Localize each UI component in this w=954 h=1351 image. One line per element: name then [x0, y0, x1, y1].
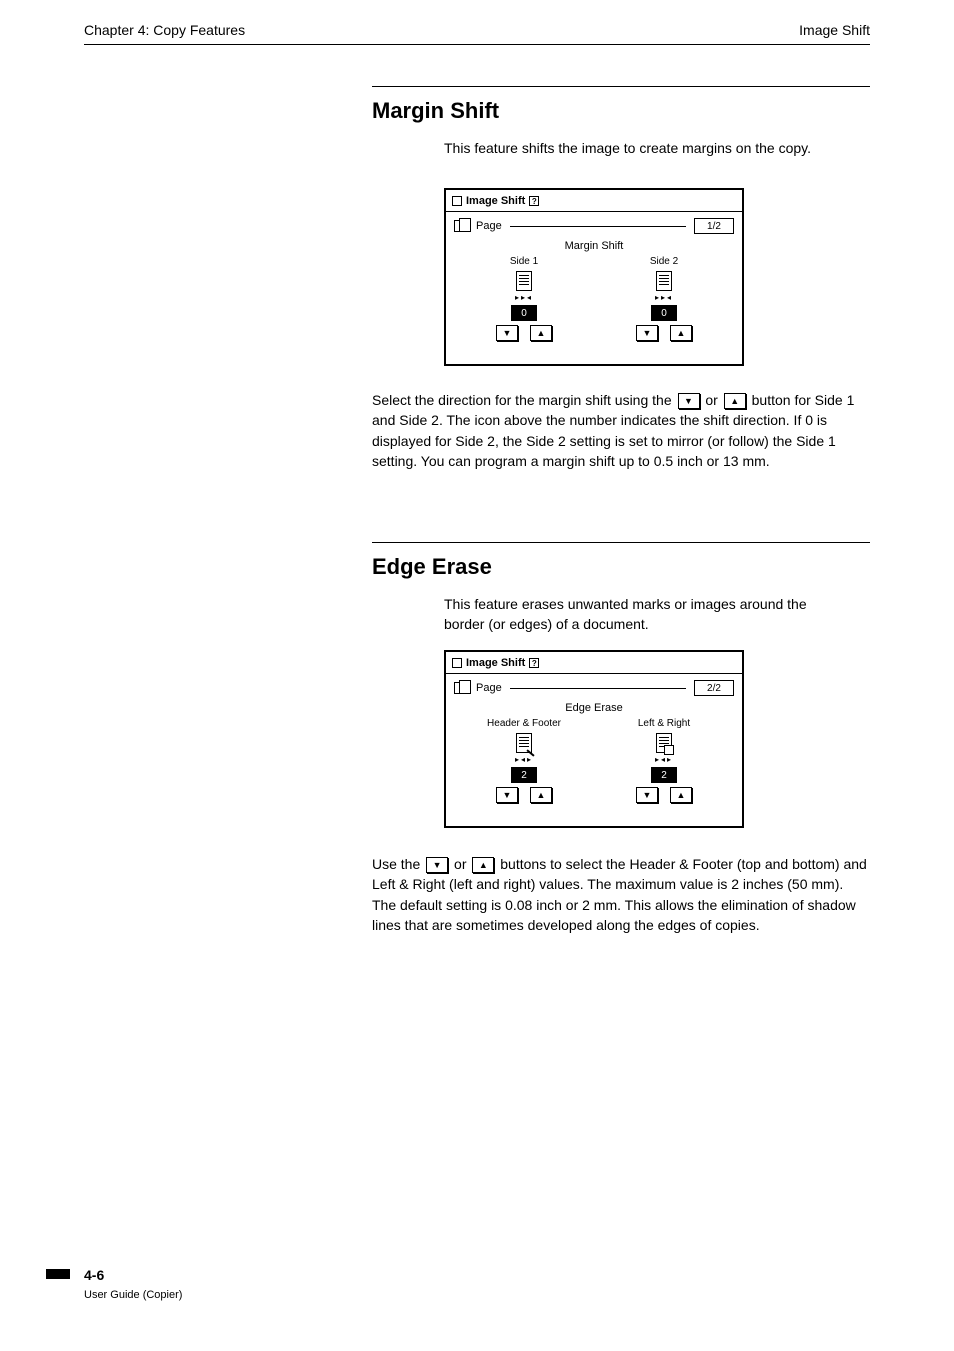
- side2-up-button[interactable]: ▲: [670, 325, 692, 341]
- section2-intro: This feature erases unwanted marks or im…: [444, 594, 840, 635]
- side1-down-button[interactable]: ▼: [496, 325, 518, 341]
- page-indicator: 1/2: [694, 218, 734, 234]
- panel-inner: Page 1/2 Margin Shift Side 1 ▸▸◂ 0 ▼ ▲ S…: [446, 212, 742, 347]
- window-close-icon: [452, 658, 462, 668]
- col-left-right: Left & Right ▸◂▸ 2 ▼ ▲: [619, 718, 709, 803]
- columns: Header & Footer ▸◂▸ 2 ▼ ▲ Left & Right ▸…: [454, 718, 734, 803]
- panel-title: Image Shift: [466, 195, 525, 207]
- header-down-button[interactable]: ▼: [496, 787, 518, 803]
- panel-titlebar: Image Shift ?: [446, 652, 742, 674]
- top-rule: [84, 44, 870, 45]
- section2-rule: [372, 542, 870, 543]
- window-close-icon: [452, 196, 462, 206]
- side2-label: Side 2: [650, 256, 678, 267]
- panel-inner: Page 2/2 Edge Erase Header & Footer ▸◂▸ …: [446, 674, 742, 809]
- inline-down-button[interactable]: ▼: [678, 393, 700, 409]
- header-footer-label: Header & Footer: [487, 718, 561, 729]
- page-row: Page 1/2: [454, 218, 734, 234]
- book-icon: [454, 220, 468, 232]
- section1-body: Select the direction for the margin shif…: [372, 390, 870, 471]
- panel-title: Image Shift: [466, 657, 525, 669]
- col-side1: Side 1 ▸▸◂ 0 ▼ ▲: [479, 256, 569, 341]
- section2-body: Use the ▼ or ▲ buttons to select the Hea…: [372, 854, 870, 935]
- document-icon: [656, 271, 672, 291]
- document-border-icon: [656, 733, 672, 753]
- section2-title: Edge Erase: [372, 554, 492, 580]
- document-edit-icon: [516, 733, 532, 753]
- header-footer-value: 2: [511, 767, 537, 783]
- col-side2: Side 2 ▸▸◂ 0 ▼ ▲: [619, 256, 709, 341]
- section1-rule: [372, 86, 870, 87]
- panel-titlebar: Image Shift ?: [446, 190, 742, 212]
- page-row: Page 2/2: [454, 680, 734, 696]
- side1-label: Side 1: [510, 256, 538, 267]
- side2-down-button[interactable]: ▼: [636, 325, 658, 341]
- shift-arrows-icon: ▸▸◂: [655, 295, 673, 301]
- page-indicator: 2/2: [694, 680, 734, 696]
- row-rule: [510, 226, 686, 227]
- book-icon: [454, 682, 468, 694]
- margin-shift-panel: Image Shift ? Page 1/2 Margin Shift Side…: [444, 188, 744, 366]
- shift-arrows-icon: ▸◂▸: [515, 757, 533, 763]
- side1-value: 0: [511, 305, 537, 321]
- left-right-value: 2: [651, 767, 677, 783]
- panel-main-label: Margin Shift: [454, 240, 734, 252]
- side2-value: 0: [651, 305, 677, 321]
- shift-arrows-icon: ▸◂▸: [655, 757, 673, 763]
- panel-main-label: Edge Erase: [454, 702, 734, 714]
- inline-up-button[interactable]: ▲: [724, 393, 746, 409]
- left-down-button[interactable]: ▼: [636, 787, 658, 803]
- columns: Side 1 ▸▸◂ 0 ▼ ▲ Side 2 ▸▸◂ 0 ▼ ▲: [454, 256, 734, 341]
- inline-up-button[interactable]: ▲: [472, 857, 494, 873]
- page-label: User Guide (Copier): [84, 1289, 182, 1301]
- left-up-button[interactable]: ▲: [670, 787, 692, 803]
- col-header-footer: Header & Footer ▸◂▸ 2 ▼ ▲: [479, 718, 569, 803]
- document-icon: [516, 271, 532, 291]
- section1-intro: This feature shifts the image to create …: [444, 138, 840, 158]
- page-label: Page: [476, 682, 502, 694]
- side1-up-button[interactable]: ▲: [530, 325, 552, 341]
- window-help-icon: ?: [529, 196, 539, 206]
- window-help-icon: ?: [529, 658, 539, 668]
- header-right: Image Shift: [799, 22, 870, 38]
- left-right-label: Left & Right: [638, 718, 690, 729]
- page-side-bar: [46, 1269, 70, 1279]
- shift-arrows-icon: ▸▸◂: [515, 295, 533, 301]
- edge-erase-panel: Image Shift ? Page 2/2 Edge Erase Header…: [444, 650, 744, 828]
- section1-title: Margin Shift: [372, 98, 499, 124]
- header-left: Chapter 4: Copy Features: [84, 22, 245, 38]
- inline-down-button[interactable]: ▼: [426, 857, 448, 873]
- page-number: 4-6: [84, 1267, 104, 1283]
- header-up-button[interactable]: ▲: [530, 787, 552, 803]
- row-rule: [510, 688, 686, 689]
- page-label: Page: [476, 220, 502, 232]
